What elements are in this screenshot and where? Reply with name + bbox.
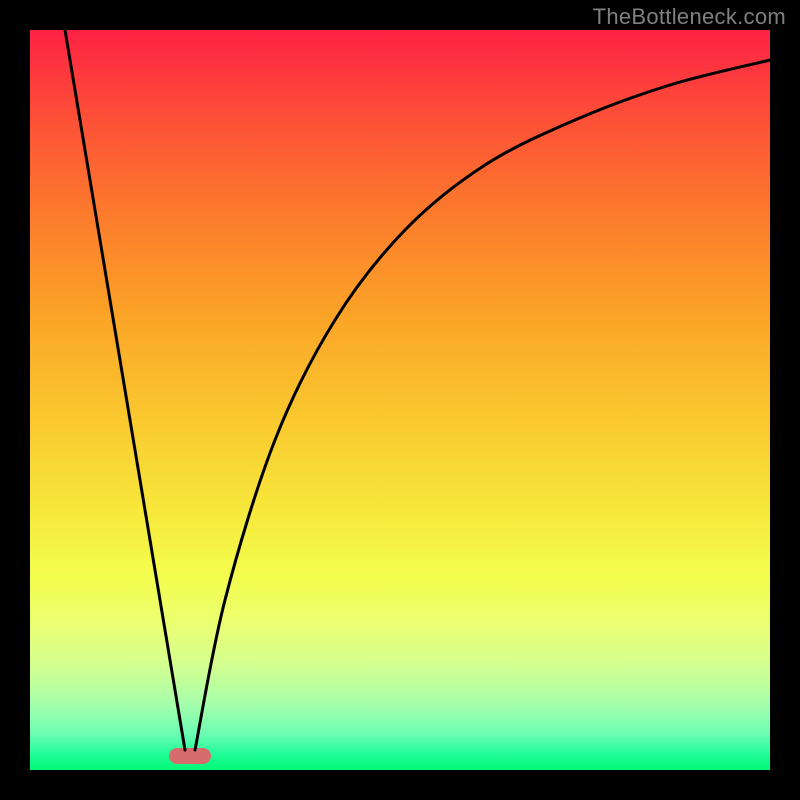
plot-area: [30, 30, 770, 770]
watermark-text: TheBottleneck.com: [593, 4, 786, 30]
curve-left-segment: [65, 30, 185, 750]
bottleneck-curve: [30, 30, 770, 770]
curve-right-segment: [195, 60, 770, 750]
chart-outer: TheBottleneck.com: [0, 0, 800, 800]
